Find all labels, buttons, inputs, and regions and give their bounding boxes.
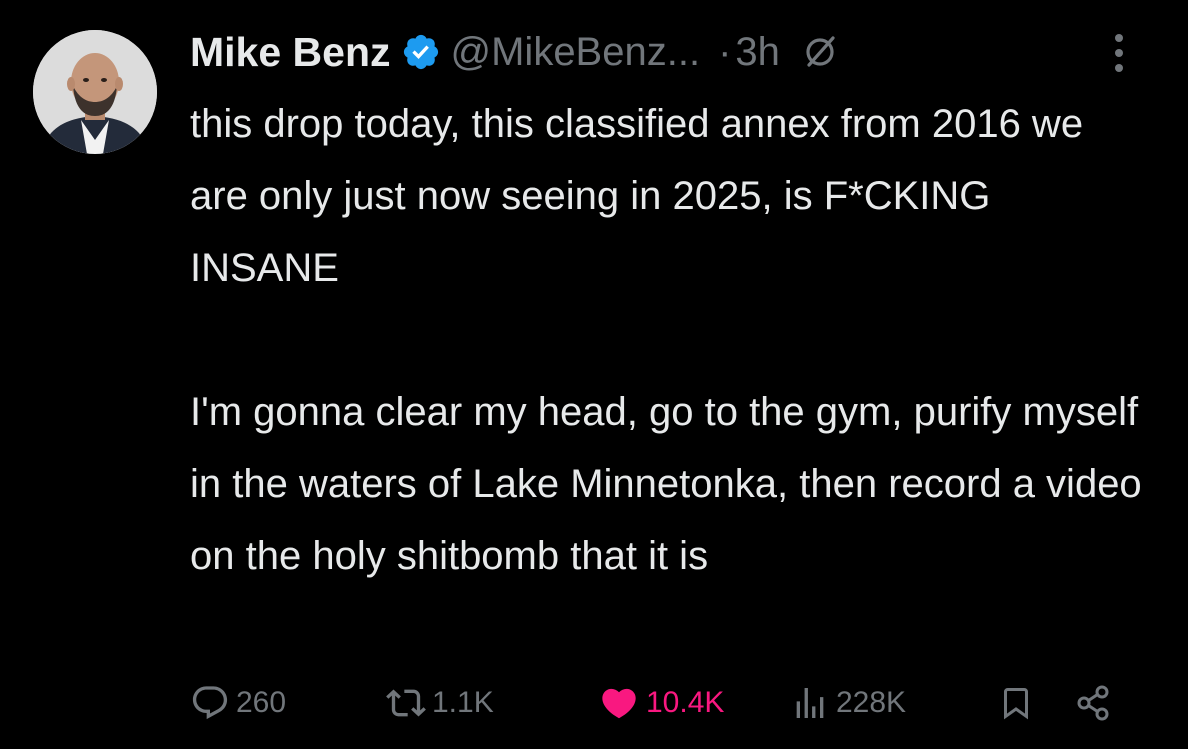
views-count: 228K — [836, 686, 907, 719]
verified-badge-icon — [401, 32, 441, 72]
tweet-header: Mike Benz @MikeBenz... · 3h — [190, 22, 840, 82]
like-count: 10.4K — [646, 686, 725, 719]
share-button[interactable] — [1074, 675, 1120, 731]
bookmark-button[interactable] — [998, 675, 1040, 731]
like-button[interactable]: 10.4K — [598, 675, 724, 731]
grok-icon[interactable] — [800, 32, 840, 72]
views-button[interactable]: 228K — [790, 675, 906, 731]
tweet-paragraph-1: this drop today, this classified annex f… — [190, 102, 1084, 290]
action-bar: 260 1.1K 10.4K 228K — [190, 675, 1130, 731]
repost-button[interactable]: 1.1K — [386, 675, 494, 731]
avatar-photo — [33, 30, 157, 154]
reply-icon — [192, 686, 228, 720]
bookmark-icon — [1004, 688, 1028, 720]
tweet-paragraph-2: I'm gonna clear my head, go to the gym, … — [190, 390, 1142, 578]
heart-icon — [602, 688, 636, 719]
reply-count: 260 — [236, 686, 287, 719]
more-dots-icon[interactable] — [1105, 30, 1133, 76]
author-handle[interactable]: @MikeBenz... — [451, 30, 701, 75]
tweet-text: this drop today, this classified annex f… — [190, 88, 1150, 592]
timestamp[interactable]: 3h — [735, 30, 780, 75]
separator-dot: · — [718, 29, 732, 74]
repost-count: 1.1K — [432, 686, 494, 719]
tweet[interactable]: Mike Benz @MikeBenz... · 3h this drop to… — [0, 0, 1188, 749]
views-chart-icon — [796, 688, 824, 718]
avatar[interactable] — [33, 30, 157, 154]
share-icon — [1077, 685, 1109, 721]
author-name[interactable]: Mike Benz — [190, 29, 391, 76]
repost-icon — [386, 689, 426, 717]
reply-button[interactable]: 260 — [190, 675, 286, 731]
